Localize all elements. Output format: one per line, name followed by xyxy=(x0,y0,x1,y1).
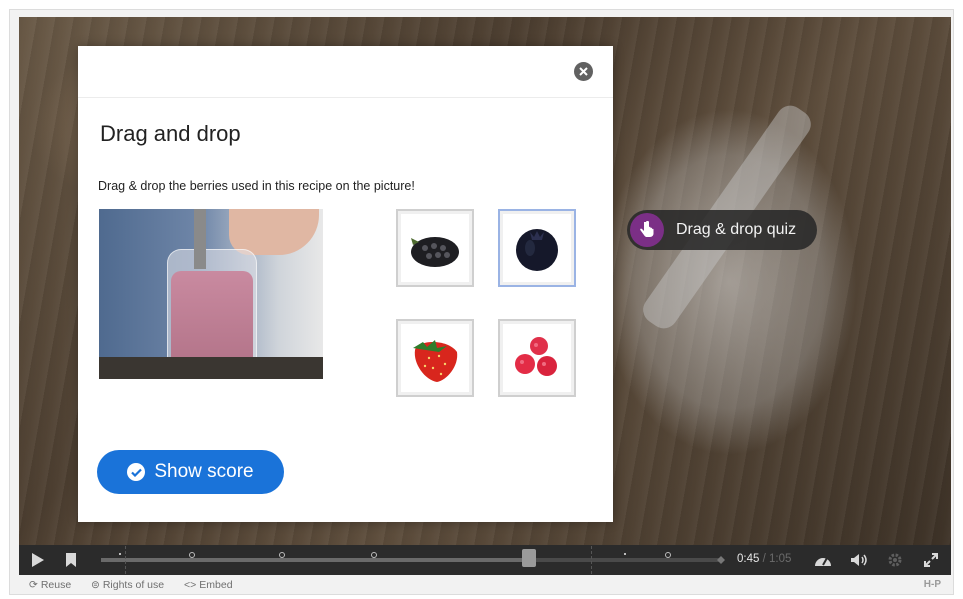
timeline-dot xyxy=(624,553,626,555)
settings-button[interactable] xyxy=(884,545,906,575)
interaction-marker[interactable] xyxy=(279,552,285,558)
blender-image xyxy=(194,209,206,269)
current-time: 0:45 xyxy=(737,553,760,565)
show-score-label: Show score xyxy=(154,461,254,482)
embed-link[interactable]: <> Embed xyxy=(184,579,233,591)
fullscreen-button[interactable] xyxy=(920,545,942,575)
volume-icon xyxy=(851,554,867,566)
reuse-link[interactable]: ⟳ Reuse xyxy=(29,579,71,591)
drag-drop-dialog: Drag and drop Drag & drop the berries us… xyxy=(78,46,613,522)
end-marker-icon xyxy=(715,545,727,575)
copyright-icon: ⊜ xyxy=(91,579,100,591)
timeline-divider xyxy=(125,546,126,574)
reuse-label: Reuse xyxy=(40,579,72,591)
bookmarks-button[interactable] xyxy=(61,545,81,575)
drag-drop-quiz-hotspot[interactable]: Drag & drop quiz xyxy=(627,210,817,250)
dialog-header xyxy=(78,46,613,98)
table-image xyxy=(99,357,323,379)
rights-label: Rights of use xyxy=(102,579,165,591)
draggable-blueberry[interactable] xyxy=(498,209,576,287)
check-circle-icon xyxy=(127,463,146,481)
blackberry-icon xyxy=(411,237,459,267)
close-icon[interactable] xyxy=(574,62,593,81)
raspberry-icon xyxy=(515,337,557,376)
fullscreen-icon xyxy=(924,553,938,567)
draggable-blackberry[interactable] xyxy=(396,209,474,287)
timeline-divider xyxy=(591,546,592,574)
speedometer-icon xyxy=(815,557,831,566)
strawberry-icon xyxy=(413,340,458,382)
total-time: 1:05 xyxy=(768,553,792,565)
draggable-raspberry[interactable] xyxy=(498,319,576,397)
drop-zone-picture[interactable] xyxy=(99,209,323,379)
dialog-title: Drag and drop xyxy=(100,121,241,146)
hotspot-label: Drag & drop quiz xyxy=(676,221,797,238)
player-control-bar: 0:45 / 1:05 xyxy=(19,545,951,575)
embed-label: Embed xyxy=(199,579,233,591)
show-score-button[interactable]: Show score xyxy=(97,450,284,494)
reuse-icon: ⟳ xyxy=(29,579,38,591)
blueberry-icon xyxy=(516,229,558,271)
timeline-dot xyxy=(119,553,121,555)
volume-button[interactable] xyxy=(848,545,870,575)
h5p-logo[interactable]: H-P xyxy=(924,579,941,590)
timeline-slider[interactable] xyxy=(101,546,725,574)
playback-rate-button[interactable] xyxy=(812,545,834,575)
bookmark-icon xyxy=(66,553,76,567)
smoothie-image xyxy=(171,271,253,369)
interaction-marker[interactable] xyxy=(665,552,671,558)
interaction-marker[interactable] xyxy=(189,552,195,558)
gear-icon xyxy=(888,553,902,567)
draggable-strawberry[interactable] xyxy=(396,319,474,397)
footer-bar: ⟳ Reuse ⊜ Rights of use <> Embed H-P xyxy=(19,576,951,594)
rights-of-use-link[interactable]: ⊜ Rights of use xyxy=(91,579,164,591)
interaction-marker[interactable] xyxy=(371,552,377,558)
hand-pointer-icon xyxy=(630,213,664,247)
play-icon xyxy=(32,553,44,567)
task-description: Drag & drop the berries used in this rec… xyxy=(98,179,415,193)
timeline-progress xyxy=(101,558,529,562)
time-separator: / xyxy=(759,553,769,565)
play-button[interactable] xyxy=(27,545,49,575)
timeline-thumb[interactable] xyxy=(521,549,536,567)
time-display: 0:45 / 1:05 xyxy=(737,553,791,565)
embed-icon: <> xyxy=(184,579,197,591)
